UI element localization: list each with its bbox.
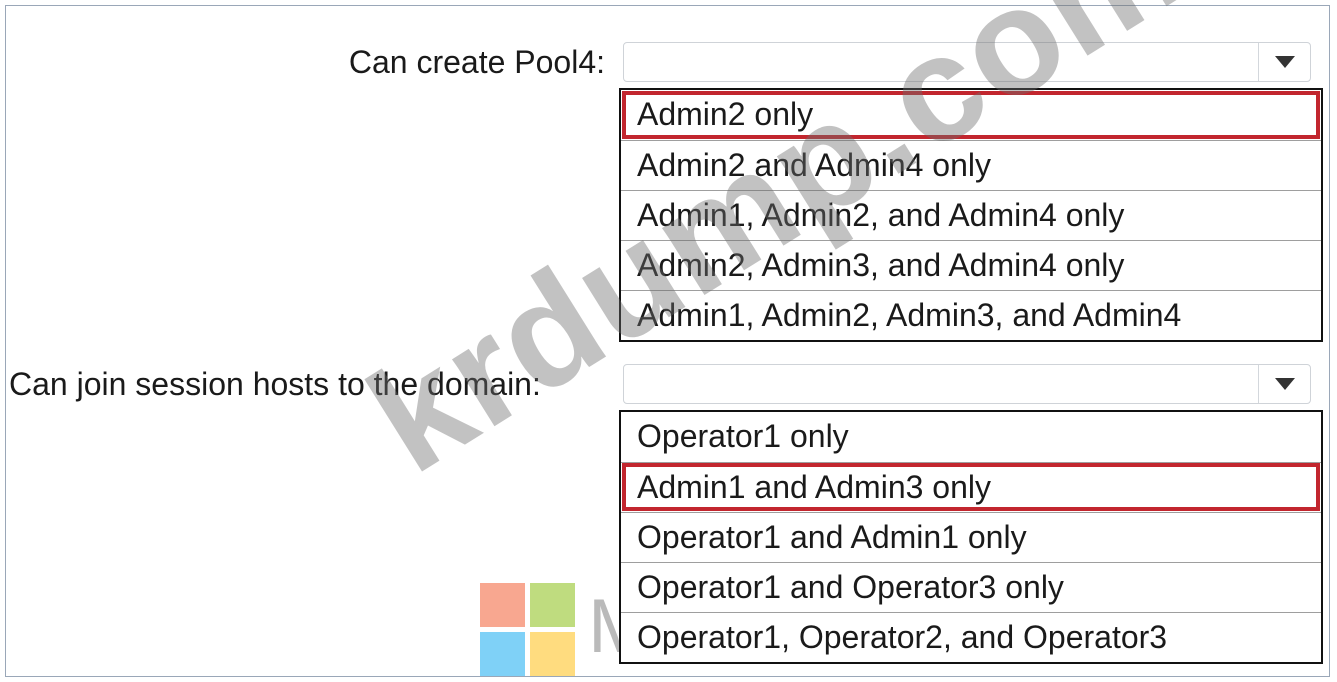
domain-join-dropdown[interactable] [623,364,1311,404]
microsoft-logo-icon [480,583,576,677]
domain-join-option[interactable]: Admin1 and Admin3 only [621,462,1321,512]
pool4-option[interactable]: Admin2 only [621,90,1321,140]
domain-join-options-list: Operator1 only Admin1 and Admin3 only Op… [619,410,1323,664]
domain-join-question-label: Can join session hosts to the domain: [9,366,541,402]
chevron-down-icon[interactable] [1258,365,1310,403]
domain-join-option[interactable]: Operator1, Operator2, and Operator3 [621,612,1321,662]
pool4-option[interactable]: Admin1, Admin2, and Admin4 only [621,190,1321,240]
pool4-option[interactable]: Admin2 and Admin4 only [621,140,1321,190]
domain-join-option[interactable]: Operator1 only [621,412,1321,462]
domain-join-option[interactable]: Operator1 and Operator3 only [621,562,1321,612]
pool4-dropdown[interactable] [623,42,1311,82]
chevron-down-icon[interactable] [1258,43,1310,81]
pool4-option[interactable]: Admin1, Admin2, Admin3, and Admin4 [621,290,1321,340]
pool4-question-label: Can create Pool4: [348,44,605,80]
pool4-option[interactable]: Admin2, Admin3, and Admin4 only [621,240,1321,290]
pool4-options-list: Admin2 only Admin2 and Admin4 only Admin… [619,88,1323,342]
domain-join-option[interactable]: Operator1 and Admin1 only [621,512,1321,562]
